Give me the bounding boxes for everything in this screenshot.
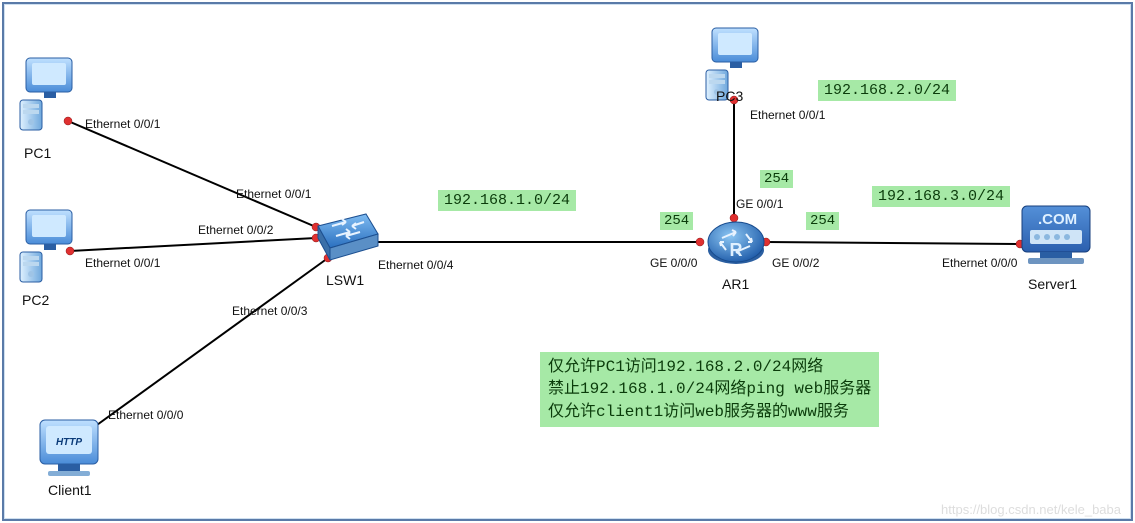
svg-text:R: R: [730, 240, 743, 260]
ar1-label: AR1: [722, 276, 749, 292]
ar1-g0: GE 0/0/0: [650, 256, 697, 270]
client1-label: Client1: [48, 482, 92, 498]
pc2-port: Ethernet 0/0/1: [85, 256, 160, 270]
svg-text:HTTP: HTTP: [56, 437, 82, 448]
net-lan1: 192.168.1.0/24: [438, 190, 576, 211]
watermark: https://blog.csdn.net/kele_baba: [941, 502, 1121, 517]
lsw1-label: LSW1: [326, 272, 364, 288]
server1-port: Ethernet 0/0/0: [942, 256, 1017, 270]
ar1-g2-addr: 254: [806, 212, 839, 230]
ar1-g1: GE 0/0/1: [736, 197, 783, 211]
client1-icon: HTTP: [40, 420, 98, 476]
ar1-g0-addr: 254: [660, 212, 693, 230]
lsw1-p2: Ethernet 0/0/2: [198, 223, 273, 237]
net-lan3: 192.168.3.0/24: [872, 186, 1010, 207]
lsw1-p4: Ethernet 0/0/4: [378, 258, 453, 272]
ar1-g1-addr: 254: [760, 170, 793, 188]
pc1-port: Ethernet 0/0/1: [85, 117, 160, 131]
client1-port: Ethernet 0/0/0: [108, 408, 183, 422]
acl-notes: 仅允许PC1访问192.168.2.0/24网络 禁止192.168.1.0/2…: [540, 352, 879, 427]
pc3-port: Ethernet 0/0/1: [750, 108, 825, 122]
lsw1-p3: Ethernet 0/0/3: [232, 304, 307, 318]
ar1-g2: GE 0/0/2: [772, 256, 819, 270]
lsw1-icon: [318, 214, 378, 260]
ar1-icon: R: [708, 222, 764, 264]
server1-label: Server1: [1028, 276, 1077, 292]
pc1-label: PC1: [24, 145, 51, 161]
pc2-label: PC2: [22, 292, 49, 308]
server1-icon: .COM: [1022, 206, 1090, 264]
pc3-label: PC3: [716, 88, 743, 104]
pc2-icon: [20, 210, 72, 282]
lsw1-p1: Ethernet 0/0/1: [236, 187, 311, 201]
svg-text:.COM: .COM: [1038, 211, 1077, 228]
net-lan2: 192.168.2.0/24: [818, 80, 956, 101]
